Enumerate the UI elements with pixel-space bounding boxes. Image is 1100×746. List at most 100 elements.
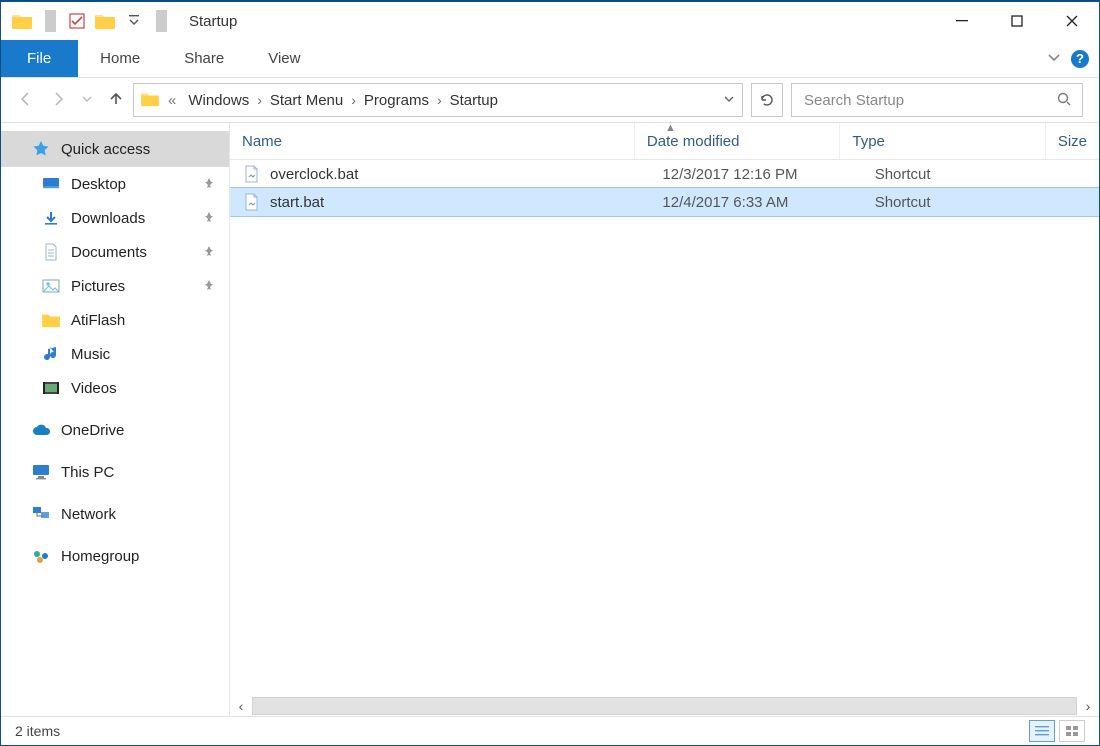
column-headers: ▲ Name Date modified Type Size	[230, 123, 1099, 160]
sidebar-item-label: Quick access	[61, 141, 150, 158]
breadcrumb-item[interactable]: Startup	[446, 92, 502, 109]
pin-icon	[203, 176, 215, 193]
window-title: Startup	[189, 13, 237, 30]
file-size	[1075, 188, 1099, 216]
collapse-ribbon-icon[interactable]	[1047, 50, 1061, 67]
table-row[interactable]: start.bat 12/4/2017 6:33 AMShortcut	[230, 188, 1099, 216]
onedrive-icon	[31, 420, 51, 440]
sidebar-item-label: Pictures	[71, 278, 125, 295]
sidebar-item-atiflash[interactable]: AtiFlash	[1, 303, 229, 337]
sort-asc-icon: ▲	[665, 122, 676, 134]
pin-icon	[203, 278, 215, 295]
shortcut-file-icon	[242, 192, 262, 212]
network-icon	[31, 504, 51, 524]
pin-icon	[203, 210, 215, 227]
breadcrumb-overflow[interactable]: «	[164, 92, 180, 109]
view-largeicons-button[interactable]	[1059, 720, 1085, 742]
sidebar-item-videos[interactable]: Videos	[1, 371, 229, 405]
qat-properties-icon[interactable]	[68, 12, 86, 30]
breadcrumb-item[interactable]: Start Menu	[266, 92, 347, 109]
sidebar-item-label: Videos	[71, 380, 117, 397]
file-name: overclock.bat	[270, 166, 358, 183]
pictures-icon	[41, 276, 61, 296]
sidebar-item-onedrive[interactable]: OneDrive	[1, 413, 229, 447]
sidebar-item-homegroup[interactable]: Homegroup	[1, 539, 229, 573]
address-folder-icon	[140, 91, 160, 110]
search-input[interactable]	[802, 91, 1056, 110]
nav-recent-icon[interactable]	[81, 92, 93, 108]
homegroup-icon	[31, 546, 51, 566]
sidebar-item-label: Music	[71, 346, 110, 363]
search-icon[interactable]	[1056, 91, 1072, 110]
desktop-icon	[41, 174, 61, 194]
address-bar[interactable]: « Windows › Start Menu › Programs › Star…	[133, 83, 743, 117]
breadcrumb-item[interactable]: Programs	[360, 92, 433, 109]
refresh-button[interactable]	[751, 83, 783, 117]
sidebar-item-pictures[interactable]: Pictures	[1, 269, 229, 303]
video-icon	[41, 378, 61, 398]
status-bar: 2 items	[1, 716, 1099, 745]
pin-icon	[203, 244, 215, 261]
tab-view[interactable]: View	[246, 40, 322, 77]
sidebar-item-thispc[interactable]: This PC	[1, 455, 229, 489]
shortcut-file-icon	[242, 164, 262, 184]
sidebar-item-music[interactable]: Music	[1, 337, 229, 371]
column-size[interactable]: Size	[1045, 123, 1099, 159]
explorer-window: Startup File Home Share View ?	[0, 0, 1100, 746]
search-box[interactable]	[791, 83, 1083, 117]
nav-back-icon[interactable]	[17, 90, 35, 111]
folder-icon	[41, 310, 61, 330]
scroll-left-icon[interactable]: ‹	[232, 697, 250, 715]
navigation-pane: Quick access Desktop Downloads Documents…	[1, 123, 230, 716]
sidebar-item-downloads[interactable]: Downloads	[1, 201, 229, 235]
file-date: 12/3/2017 12:16 PM	[650, 160, 862, 188]
breadcrumb-item[interactable]: Windows	[184, 92, 253, 109]
view-details-button[interactable]	[1029, 720, 1055, 742]
scroll-right-icon[interactable]: ›	[1079, 697, 1097, 715]
minimize-button[interactable]	[934, 2, 989, 40]
maximize-button[interactable]	[989, 2, 1044, 40]
column-type[interactable]: Type	[839, 123, 1044, 159]
status-text: 2 items	[15, 723, 60, 739]
chevron-right-icon[interactable]: ›	[437, 92, 442, 108]
sidebar-item-desktop[interactable]: Desktop	[1, 167, 229, 201]
nav-up-icon[interactable]	[107, 90, 125, 111]
tab-file[interactable]: File	[1, 40, 78, 77]
address-dropdown-icon[interactable]	[722, 92, 736, 109]
file-type: Shortcut	[863, 160, 1075, 188]
content-pane: ▲ Name Date modified Type Size overclock…	[230, 123, 1099, 716]
sidebar-item-label: Network	[61, 506, 116, 523]
qat-newfolder-icon[interactable]	[94, 12, 116, 30]
ribbon: File Home Share View ?	[1, 40, 1099, 78]
navigation-bar: « Windows › Start Menu › Programs › Star…	[1, 78, 1099, 123]
nav-forward-icon[interactable]	[49, 90, 67, 111]
sidebar-item-label: Desktop	[71, 176, 126, 193]
tab-home[interactable]: Home	[78, 40, 162, 77]
sidebar-item-label: Downloads	[71, 210, 145, 227]
app-folder-icon	[11, 12, 33, 30]
chevron-right-icon[interactable]: ›	[351, 92, 356, 108]
sidebar-item-network[interactable]: Network	[1, 497, 229, 531]
file-type: Shortcut	[863, 188, 1075, 216]
sidebar-item-label: Documents	[71, 244, 147, 261]
help-button[interactable]: ?	[1071, 50, 1089, 68]
file-name: start.bat	[270, 194, 324, 211]
tab-share[interactable]: Share	[162, 40, 246, 77]
sidebar-item-label: OneDrive	[61, 422, 124, 439]
close-button[interactable]	[1044, 2, 1099, 40]
file-size	[1075, 160, 1099, 188]
table-row[interactable]: overclock.bat 12/3/2017 12:16 PMShortcut	[230, 160, 1099, 188]
sidebar-quick-access[interactable]: Quick access	[1, 131, 229, 167]
qat-customize-icon[interactable]	[124, 14, 144, 28]
sidebar-item-label: AtiFlash	[71, 312, 125, 329]
pc-icon	[31, 462, 51, 482]
document-icon	[41, 242, 61, 262]
file-date: 12/4/2017 6:33 AM	[650, 188, 862, 216]
chevron-right-icon[interactable]: ›	[257, 92, 262, 108]
music-icon	[41, 344, 61, 364]
sidebar-item-documents[interactable]: Documents	[1, 235, 229, 269]
title-bar: Startup	[1, 2, 1099, 40]
column-name[interactable]: Name	[230, 123, 634, 159]
horizontal-scrollbar[interactable]: ‹ ›	[230, 696, 1099, 716]
quick-access-icon	[31, 139, 51, 159]
